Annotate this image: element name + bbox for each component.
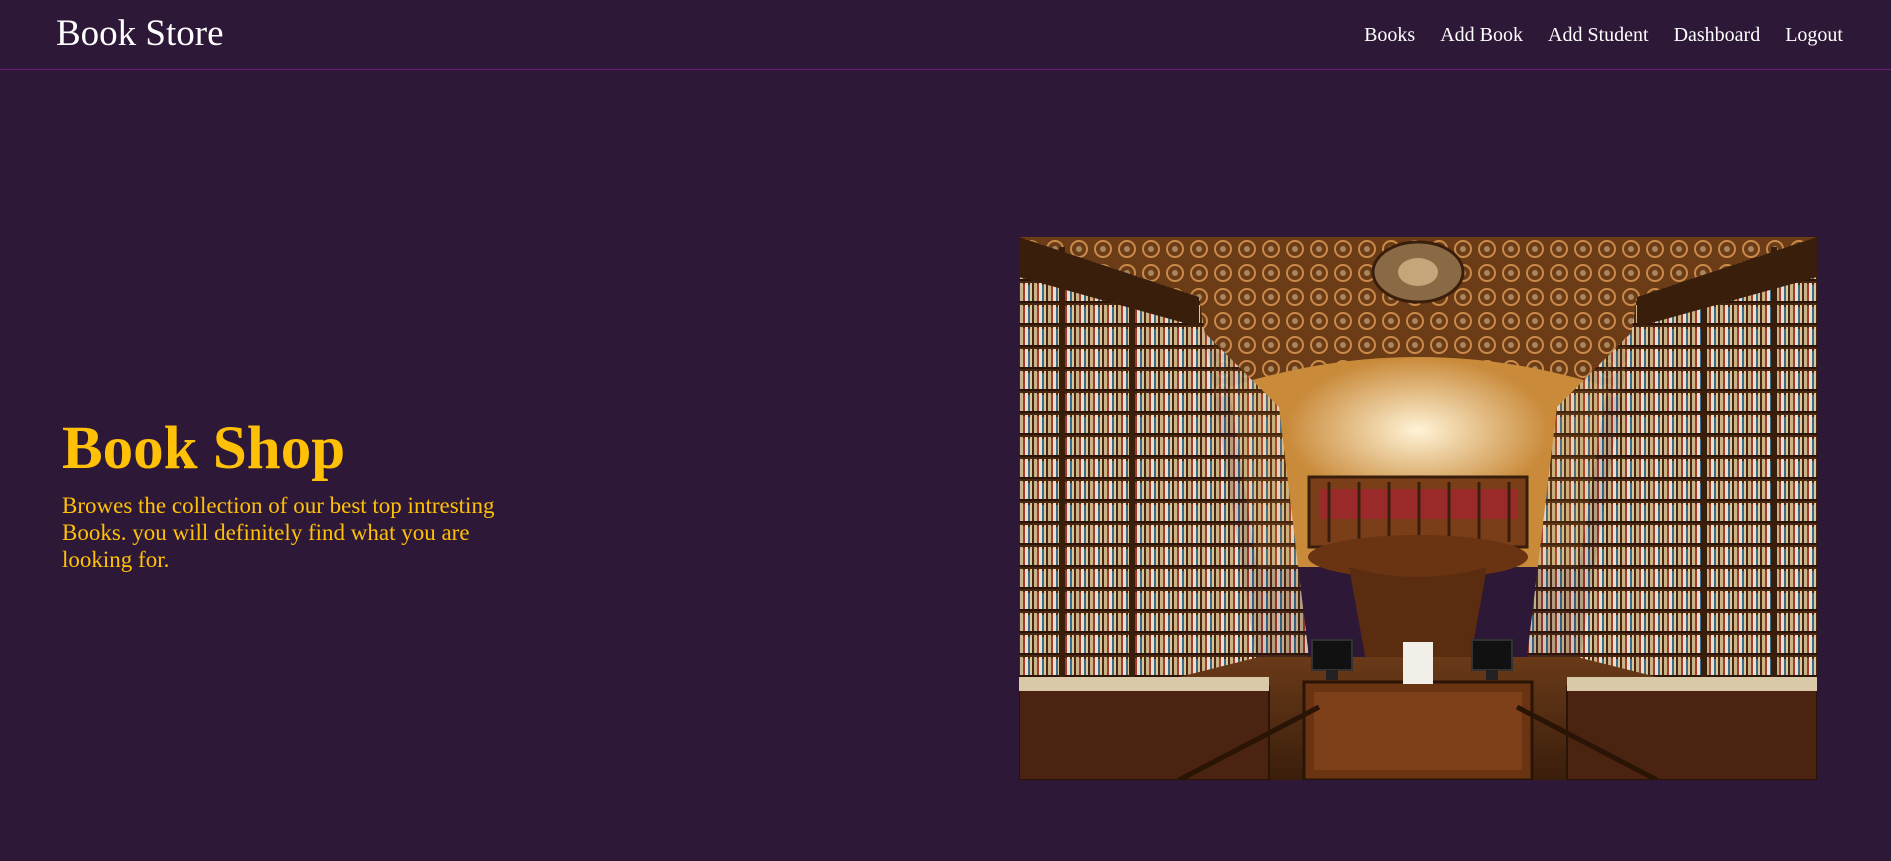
nav-link-logout[interactable]: Logout [1785, 22, 1843, 48]
nav-link-books[interactable]: Books [1364, 22, 1415, 48]
bookstore-interior-image [1019, 237, 1817, 780]
navbar: Book Store Books Add Book Add Student Da… [0, 0, 1891, 70]
nav-link-dashboard[interactable]: Dashboard [1674, 22, 1761, 48]
hero-description: Browes the collection of our best top in… [62, 493, 495, 572]
hero-section: Book Shop Browes the collection of our b… [62, 414, 542, 573]
brand-link[interactable]: Book Store [56, 12, 224, 56]
nav-link-add-student[interactable]: Add Student [1548, 22, 1649, 48]
hero-title: Book Shop [62, 415, 346, 482]
nav-links: Books Add Book Add Student Dashboard Log… [1364, 22, 1843, 48]
nav-link-add-book[interactable]: Add Book [1440, 22, 1523, 48]
